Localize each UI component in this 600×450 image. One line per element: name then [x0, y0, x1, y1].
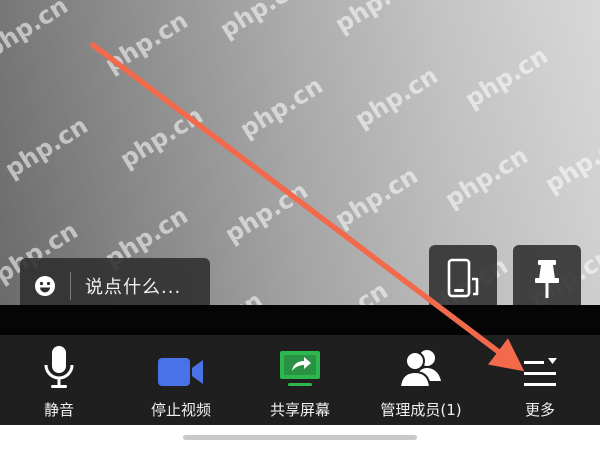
- share-screen-button[interactable]: 共享屏幕: [245, 343, 355, 420]
- manage-members-label: 管理成员(1): [380, 401, 462, 419]
- stop-video-button[interactable]: 停止视频: [126, 343, 236, 420]
- chat-divider: [70, 272, 71, 300]
- toolbar-separator: [0, 305, 600, 335]
- home-indicator[interactable]: [183, 435, 417, 440]
- pin-button[interactable]: [513, 245, 581, 313]
- meeting-screen: php.cn php.cn php.cn php.cn php.cn php.cn php.…: [0, 0, 600, 450]
- share-screen-label: 共享屏幕: [269, 401, 330, 419]
- pin-icon: [535, 260, 559, 298]
- more-label: 更多: [524, 401, 555, 419]
- meeting-toolbar: 静音 停止视频 共享屏幕 管理成员(1) 更多: [0, 305, 600, 425]
- emoji-icon: [35, 276, 55, 296]
- mute-label: 静音: [43, 401, 74, 419]
- mute-button[interactable]: 静音: [4, 343, 114, 420]
- video-camera-icon: [158, 358, 203, 386]
- manage-members-button[interactable]: 管理成员(1): [366, 343, 476, 420]
- phone-rotate-icon: [447, 258, 479, 298]
- stop-video-label: 停止视频: [150, 401, 211, 419]
- participants-icon: [398, 350, 441, 388]
- chat-input[interactable]: 说点什么...: [85, 273, 181, 299]
- home-indicator-area: [0, 425, 600, 450]
- more-button[interactable]: 更多: [485, 343, 595, 420]
- share-screen-icon: [280, 351, 320, 386]
- microphone-icon: [44, 346, 74, 388]
- more-menu-icon: [524, 358, 557, 386]
- rotate-screen-button[interactable]: [429, 245, 497, 313]
